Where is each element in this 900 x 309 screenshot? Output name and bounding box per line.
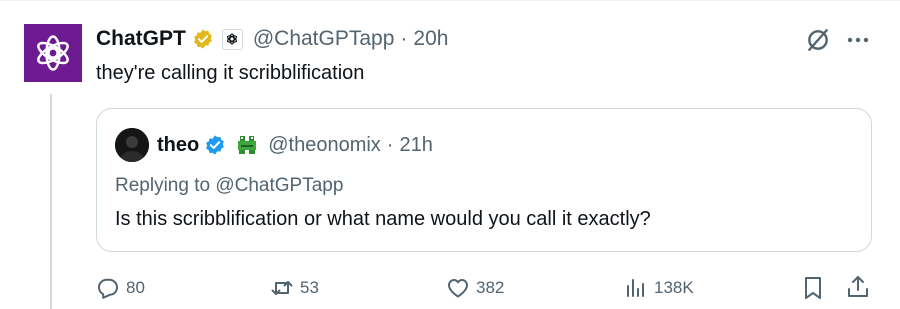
bookmark-icon[interactable] (801, 275, 825, 301)
separator-dot: · (386, 133, 394, 156)
top-divider (0, 0, 900, 1)
thread-connector-line (50, 94, 52, 309)
separator-dot: · (400, 27, 408, 50)
replying-to: Replying to @ChatGPTapp (115, 175, 343, 197)
quoted-handle[interactable]: @theonomix (268, 134, 381, 157)
like-count: 382 (476, 278, 505, 297)
openai-logo-icon (37, 35, 69, 71)
quoted-header: theo @theonomix · 21h (157, 130, 433, 160)
views-count: 138K (654, 278, 694, 297)
replying-prefix: Replying to (115, 175, 216, 196)
views-button[interactable]: 138K (624, 273, 694, 303)
quoted-text: Is this scribblification or what name wo… (115, 208, 651, 230)
repost-button[interactable]: 53 (270, 273, 319, 303)
replying-mention[interactable]: @ChatGPTapp (215, 175, 343, 196)
grok-icon[interactable] (805, 27, 831, 53)
quoted-tweet[interactable]: theo @theonomix · 21h Replying to @ChatG… (96, 108, 872, 252)
reply-icon (98, 278, 118, 299)
handle[interactable]: @ChatGPTapp (253, 27, 395, 51)
openai-affiliate-badge-icon[interactable] (221, 28, 243, 50)
views-chart-icon (627, 279, 644, 297)
share-icon[interactable] (846, 274, 870, 300)
more-dots-icon[interactable] (845, 27, 871, 53)
reply-count: 80 (126, 278, 145, 297)
repost-icon (271, 281, 293, 295)
blue-verified-badge-icon[interactable] (204, 134, 226, 156)
reply-button[interactable]: 80 (96, 273, 145, 303)
heart-icon (448, 279, 468, 298)
gold-verified-badge-icon[interactable] (192, 28, 214, 50)
like-button[interactable]: 382 (446, 273, 504, 303)
avatar[interactable] (24, 24, 82, 82)
frog-emoji-icon (236, 134, 259, 156)
quoted-timestamp[interactable]: 21h (399, 134, 432, 157)
quoted-avatar[interactable] (115, 128, 149, 162)
tweet-text: they're calling it scribblification (96, 62, 365, 84)
quoted-display-name[interactable]: theo (157, 134, 199, 157)
tweet-header: ChatGPT @ChatGPTapp · 20h (96, 24, 448, 54)
timestamp[interactable]: 20h (413, 27, 448, 51)
display-name[interactable]: ChatGPT (96, 27, 186, 51)
repost-count: 53 (300, 278, 319, 297)
